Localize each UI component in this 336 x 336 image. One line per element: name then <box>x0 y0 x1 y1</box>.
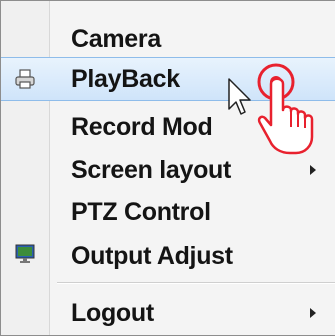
menu-item-camera[interactable]: Camera <box>1 17 335 61</box>
menu-item-label: Record Mod <box>71 112 213 141</box>
monitor-icon <box>13 242 37 266</box>
menu-item-logout[interactable]: Logout <box>1 291 335 335</box>
menu-item-label: PlayBack <box>71 64 180 93</box>
menu-item-output-adjust[interactable]: Output Adjust <box>1 234 335 278</box>
menu-item-ptz-control[interactable]: PTZ Control <box>1 190 335 234</box>
context-menu: Camera PlayBack Record Mod Screen layout… <box>0 0 335 336</box>
submenu-arrow-icon <box>310 308 316 318</box>
menu-item-label: PTZ Control <box>71 197 211 226</box>
menu-separator <box>57 282 335 284</box>
hand-pointer-icon <box>228 63 314 155</box>
menu-item-label: Screen layout <box>71 155 232 184</box>
submenu-arrow-icon <box>310 165 316 175</box>
menu-item-label: Output Adjust <box>71 241 233 270</box>
menu-item-label: Camera <box>71 24 161 53</box>
menu-item-label: Logout <box>71 298 154 327</box>
printer-icon <box>13 67 37 91</box>
